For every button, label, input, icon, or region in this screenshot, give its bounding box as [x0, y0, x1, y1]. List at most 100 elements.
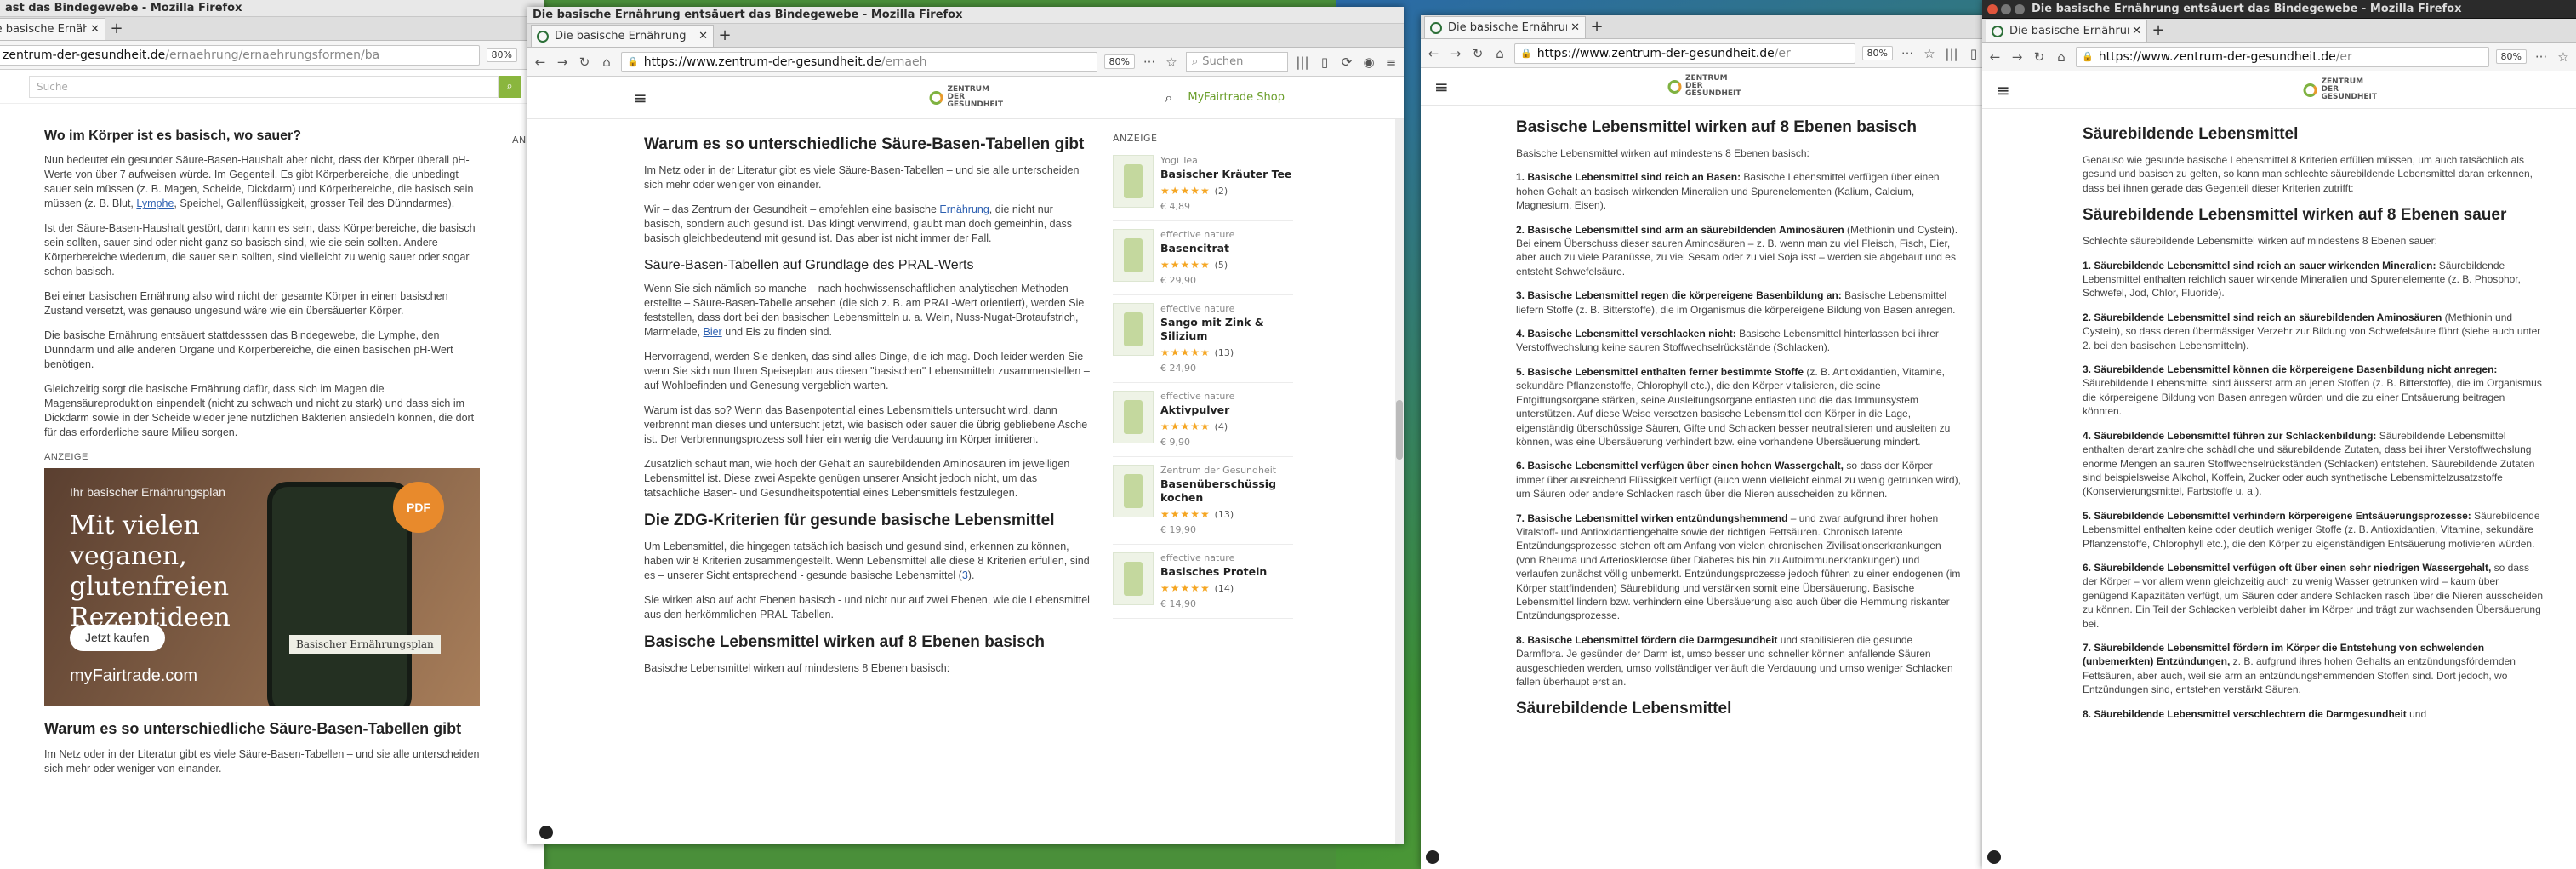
tab-label: Die basische Ernährung	[0, 23, 87, 36]
forward-icon[interactable]: →	[1448, 46, 1463, 61]
close-tab-icon[interactable]: ✕	[90, 23, 100, 36]
site-logo[interactable]: ZENTRUM DER GESUNDHEIT	[1667, 75, 1741, 98]
close-tab-icon[interactable]: ✕	[1570, 21, 1580, 34]
bookmark-star-icon[interactable]: ☆	[2556, 49, 2571, 65]
criteria-item: 1. Basische Lebensmittel sind reich an B…	[1516, 171, 1940, 212]
zoom-indicator[interactable]: 80%	[1103, 54, 1135, 69]
cookie-settings-icon[interactable]	[1426, 850, 1439, 864]
site-search-icon[interactable]: ⌕	[1165, 89, 1172, 106]
browser-tab[interactable]: Die basische Ernährung✕	[531, 25, 714, 47]
zoom-indicator[interactable]: 80%	[2495, 49, 2527, 64]
maximize-window-icon[interactable]	[2015, 3, 2025, 14]
site-logo[interactable]: ZENTRUM DER GESUNDHEIT	[929, 86, 1003, 109]
article-paragraph: Basische Lebensmittel wirken auf mindest…	[644, 662, 950, 674]
bookmark-star-icon[interactable]: ☆	[1922, 46, 1937, 61]
sync-icon[interactable]: ⟳	[1339, 54, 1354, 70]
ad-buy-button[interactable]: Jetzt kaufen	[70, 625, 165, 651]
ad-banner[interactable]: Ihr basischer Ernährungsplan Mit vielen …	[44, 468, 480, 706]
product-card[interactable]: Zentrum der Gesundheit Basenüberschüssig …	[1113, 457, 1293, 545]
home-icon[interactable]: ⌂	[599, 54, 614, 70]
library-icon[interactable]: |||	[1295, 54, 1310, 70]
hamburger-menu-icon[interactable]: ≡	[633, 88, 647, 108]
url-bar[interactable]: 🔒 https://www.zentrum-der-gesundheit.de/e…	[621, 51, 1097, 72]
zoom-indicator[interactable]: 80%	[1861, 46, 1893, 60]
product-card[interactable]: effective nature Sango mit Zink & Siliziu…	[1113, 295, 1293, 383]
section-heading: Basische Lebensmittel wirken auf 8 Ebene…	[644, 633, 1045, 651]
sidebar-icon[interactable]: ▯	[1966, 46, 1981, 61]
criteria-item: 6. Säurebildende Lebensmittel verfügen o…	[2083, 561, 2544, 630]
reload-icon[interactable]: ↻	[2032, 49, 2047, 65]
site-header: ≡ ZENTRUM DER GESUNDHEIT	[1982, 71, 2576, 109]
new-tab-button[interactable]: +	[105, 18, 128, 40]
hamburger-menu-icon[interactable]: ≡	[1996, 80, 2010, 100]
browser-window-right-2: Die basische Ernährung entsäuert das Bin…	[1982, 0, 2576, 869]
article-paragraph: Bei einer basischen Ernährung also wird …	[44, 290, 448, 317]
url-path: /er	[2335, 49, 2352, 64]
cookie-settings-icon[interactable]	[1987, 850, 2001, 864]
minimize-window-icon[interactable]	[2001, 3, 2011, 14]
tab-label: Die basische Ernährung	[1448, 21, 1568, 34]
scrollbar[interactable]	[1395, 119, 1404, 844]
section-heading: Säurebildende Lebensmittel wirken auf 8 …	[2083, 206, 2507, 225]
source-link[interactable]: 3	[962, 569, 968, 581]
shop-link[interactable]: MyFairtrade Shop	[1188, 91, 1285, 104]
back-icon[interactable]: ←	[533, 54, 548, 70]
article-paragraph: Wenn Sie sich nämlich so manche – nach h…	[644, 283, 1085, 338]
site-search-button[interactable]: ⌕	[499, 75, 521, 98]
hamburger-menu-icon[interactable]: ≡	[1434, 77, 1449, 97]
more-actions-icon[interactable]: ···	[2533, 49, 2549, 65]
extension-icon[interactable]: ◉	[1361, 54, 1376, 70]
forward-icon[interactable]: →	[555, 54, 570, 70]
rating-stars: ★★★★★ (13)	[1160, 508, 1234, 520]
scrollbar-thumb[interactable]	[1396, 400, 1403, 460]
bookmark-star-icon[interactable]: ☆	[1164, 54, 1179, 70]
article-paragraph: Die basische Ernährung entsäuert stattde…	[44, 329, 453, 370]
criteria-item: 1. Säurebildende Lebensmittel sind reich…	[2083, 259, 2521, 300]
back-icon[interactable]: ←	[1987, 49, 2003, 65]
close-tab-icon[interactable]: ✕	[698, 30, 708, 43]
site-logo[interactable]: ZENTRUM DER GESUNDHEIT	[2303, 78, 2377, 101]
reload-icon[interactable]: ↻	[577, 54, 592, 70]
zoom-indicator[interactable]: 80%	[486, 48, 517, 62]
browser-search-input[interactable]: ⌕ Suchen	[1186, 51, 1288, 72]
section-subheading: Säure-Basen-Tabellen auf Grundlage des P…	[644, 258, 974, 272]
article-paragraph: Schlechte säurebildende Lebensmittel wir…	[2083, 235, 2437, 248]
url-bar[interactable]: 🔒 https://www.zentrum-der-gesundheit.de/e…	[2076, 46, 2489, 67]
ad-book-title: Basischer Ernährungsplan	[289, 635, 441, 654]
url-bar[interactable]: zentrum-der-gesundheit.de/ernaehrung/ern…	[0, 44, 480, 66]
menu-icon[interactable]: ≡	[1383, 54, 1399, 70]
site-search-input[interactable]: Suche	[29, 75, 499, 98]
bier-link[interactable]: Bier	[703, 326, 721, 338]
close-tab-icon[interactable]: ✕	[2132, 25, 2141, 37]
lymphe-link[interactable]: Lymphe	[136, 197, 174, 209]
browser-tab[interactable]: Die basische Ernährung✕	[0, 18, 105, 40]
more-actions-icon[interactable]: ···	[1142, 54, 1157, 70]
sidebar-icon[interactable]: ▯	[1317, 54, 1332, 70]
browser-tab[interactable]: Die basische Ernährung✕	[1424, 16, 1586, 38]
browser-tab[interactable]: Die basische Ernährung✕	[1986, 20, 2147, 42]
article-content: Wo im Körper ist es basisch, wo sauer? N…	[44, 126, 480, 786]
product-card[interactable]: effective nature Basencitrat ★★★★★ (5) € 29…	[1113, 221, 1293, 295]
ernaehrung-link[interactable]: Ernährung	[939, 203, 989, 215]
close-window-icon[interactable]	[1987, 3, 1998, 14]
back-icon[interactable]: ←	[1426, 46, 1441, 61]
product-card[interactable]: effective nature Aktivpulver ★★★★★ (4) € 9,…	[1113, 383, 1293, 457]
forward-icon[interactable]: →	[2009, 49, 2025, 65]
product-list: Yogi Tea Basischer Kräuter Tee ★★★★★ (2) € …	[1113, 147, 1293, 619]
home-icon[interactable]: ⌂	[1492, 46, 1507, 61]
product-card[interactable]: Yogi Tea Basischer Kräuter Tee ★★★★★ (2) € …	[1113, 147, 1293, 221]
library-icon[interactable]: |||	[1944, 46, 1959, 61]
section-heading: Säurebildende Lebensmittel	[2083, 125, 2299, 143]
url-bar[interactable]: 🔒 https://www.zentrum-der-gesundheit.de/e…	[1514, 43, 1855, 64]
reload-icon[interactable]: ↻	[1470, 46, 1485, 61]
pdf-badge: PDF	[393, 482, 444, 533]
product-card[interactable]: effective nature Basisches Protein ★★★★★ (…	[1113, 545, 1293, 619]
cookie-settings-icon[interactable]	[539, 826, 553, 839]
navigation-bar: ← → ↻ ⌂ 🔒 https://www.zentrum-der-gesundh…	[1421, 39, 1986, 68]
home-icon[interactable]: ⌂	[2054, 49, 2069, 65]
new-tab-button[interactable]: +	[714, 25, 736, 47]
new-tab-button[interactable]: +	[1586, 16, 1608, 38]
more-actions-icon[interactable]: ···	[1900, 46, 1915, 61]
new-tab-button[interactable]: +	[2147, 20, 2169, 42]
logo-mark-icon	[2303, 83, 2317, 97]
